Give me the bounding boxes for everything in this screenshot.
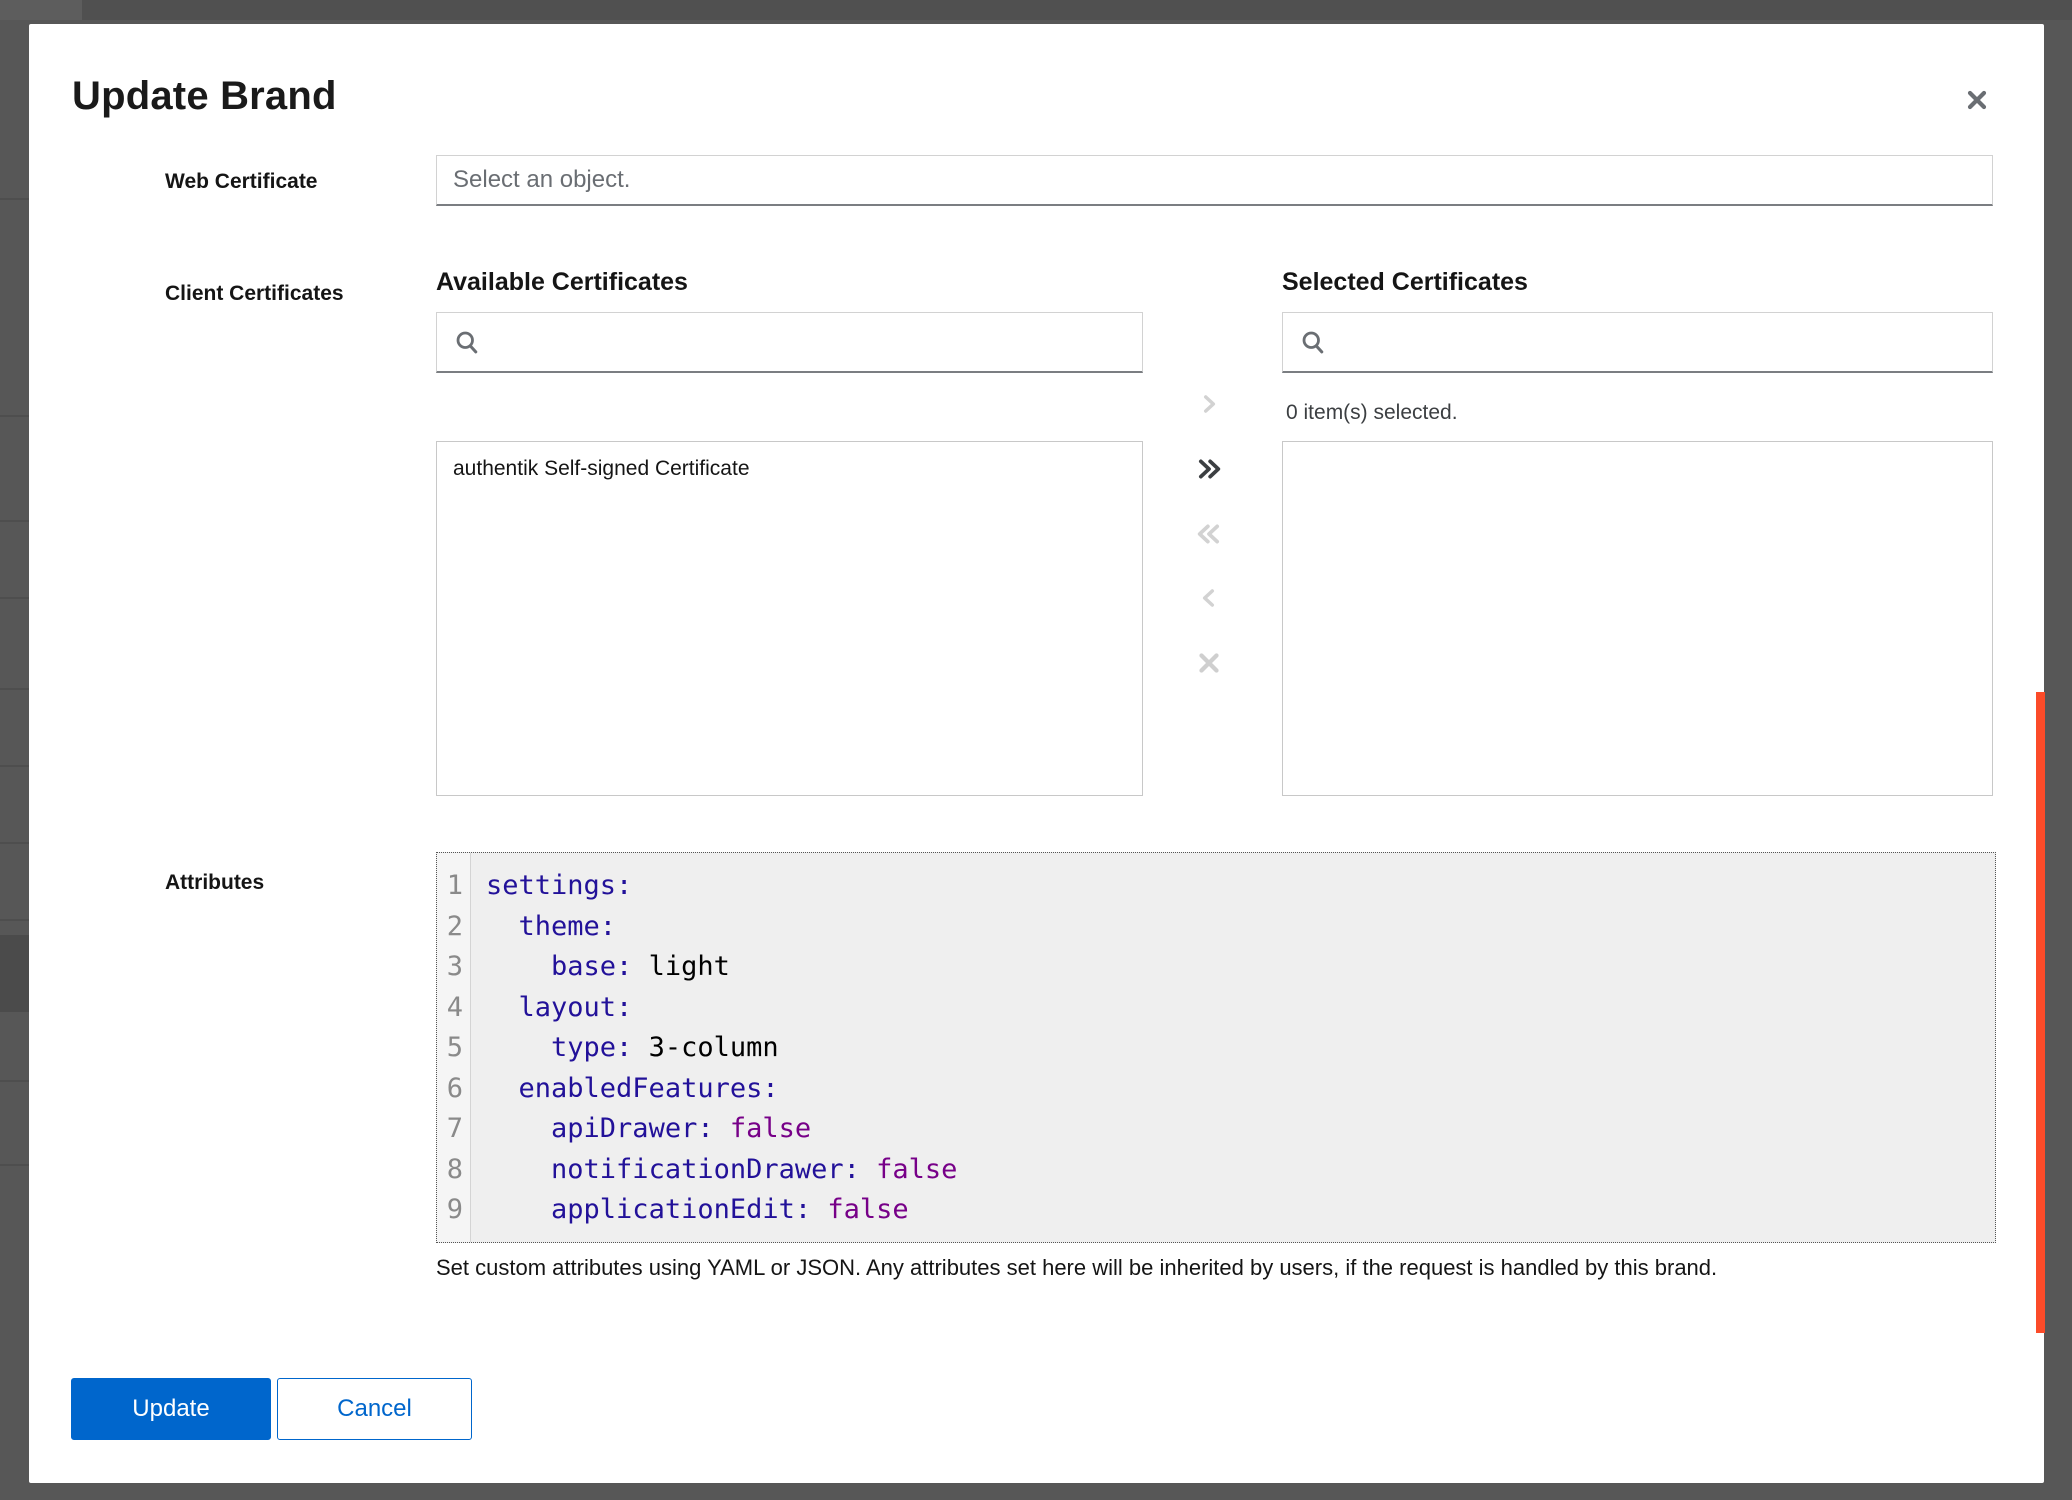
double-chevron-left-icon [1195,520,1223,548]
code-line-number: 9 [437,1190,463,1231]
backdrop-row-line [0,919,29,921]
code-line-number: 3 [437,947,463,988]
move-all-left-button[interactable] [1187,512,1231,556]
available-search[interactable] [436,312,1143,373]
search-icon [453,328,481,356]
code-line-number: 6 [437,1069,463,1110]
client-certificates-label: Client Certificates [165,282,344,306]
chevron-right-icon [1196,391,1222,417]
code-line-numbers: 123456789 [437,853,471,1242]
accent-scroll-bar [2036,692,2045,1333]
code-line: base: light [486,947,1995,988]
code-line: theme: [486,907,1995,948]
chevron-left-icon [1196,585,1222,611]
backdrop-row-line [0,1164,29,1166]
backdrop-row-line [0,597,29,599]
update-button[interactable]: Update [71,1378,271,1440]
move-selected-left-button[interactable] [1187,576,1231,620]
code-line-number: 7 [437,1109,463,1150]
backdrop-top-band [82,0,2072,20]
backdrop-row-line [0,765,29,767]
backdrop-row-line [0,520,29,522]
backdrop-row-line [0,198,29,200]
selected-search-input[interactable] [1283,313,1992,371]
available-search-input[interactable] [437,313,1142,371]
screen: Update Brand Web Certificate Client Cert… [0,0,2072,1500]
backdrop-selected-row [0,935,29,1012]
modal-title: Update Brand [72,74,337,119]
code-line-number: 5 [437,1028,463,1069]
update-brand-modal: Update Brand Web Certificate Client Cert… [29,24,2044,1483]
code-line: layout: [486,988,1995,1029]
code-line-number: 4 [437,988,463,1029]
code-line: enabledFeatures: [486,1069,1995,1110]
code-content: settings: theme: base: light layout: typ… [471,853,1995,1242]
selected-certificates-heading: Selected Certificates [1282,268,1528,297]
available-certificates-heading: Available Certificates [436,268,688,297]
backdrop-row-line [0,1080,29,1082]
selected-search[interactable] [1282,312,1993,373]
code-line-number: 1 [437,866,463,907]
list-item[interactable]: authentik Self-signed Certificate [437,442,1142,491]
web-certificate-input[interactable] [437,156,1992,204]
clear-selection-button[interactable] [1187,641,1231,685]
code-line: applicationEdit: false [486,1190,1995,1231]
attributes-help-text: Set custom attributes using YAML or JSON… [436,1255,1996,1281]
backdrop-top-left-block [0,0,82,20]
move-all-right-button[interactable] [1187,447,1231,491]
code-line-number: 2 [437,907,463,948]
backdrop-row-line [0,842,29,844]
close-button[interactable] [1955,78,1999,122]
cancel-button[interactable]: Cancel [277,1378,472,1440]
web-certificate-label: Web Certificate [165,170,318,194]
code-line: type: 3-column [486,1028,1995,1069]
attributes-code-editor[interactable]: 123456789 settings: theme: base: light l… [436,852,1996,1243]
available-certificates-list: authentik Self-signed Certificate [436,441,1143,796]
selected-count-status: 0 item(s) selected. [1286,401,1458,425]
backdrop-row-line [0,415,29,417]
attributes-label: Attributes [165,871,264,895]
code-line: settings: [486,866,1995,907]
code-line: notificationDrawer: false [486,1150,1995,1191]
code-line: apiDrawer: false [486,1109,1995,1150]
selected-certificates-list [1282,441,1993,796]
search-icon [1299,328,1327,356]
code-line-number: 8 [437,1150,463,1191]
close-icon [1961,84,1993,116]
web-certificate-select[interactable] [436,155,1993,206]
times-icon [1194,648,1224,678]
double-chevron-right-icon [1195,455,1223,483]
move-selected-right-button[interactable] [1187,382,1231,426]
backdrop-row-line [0,688,29,690]
